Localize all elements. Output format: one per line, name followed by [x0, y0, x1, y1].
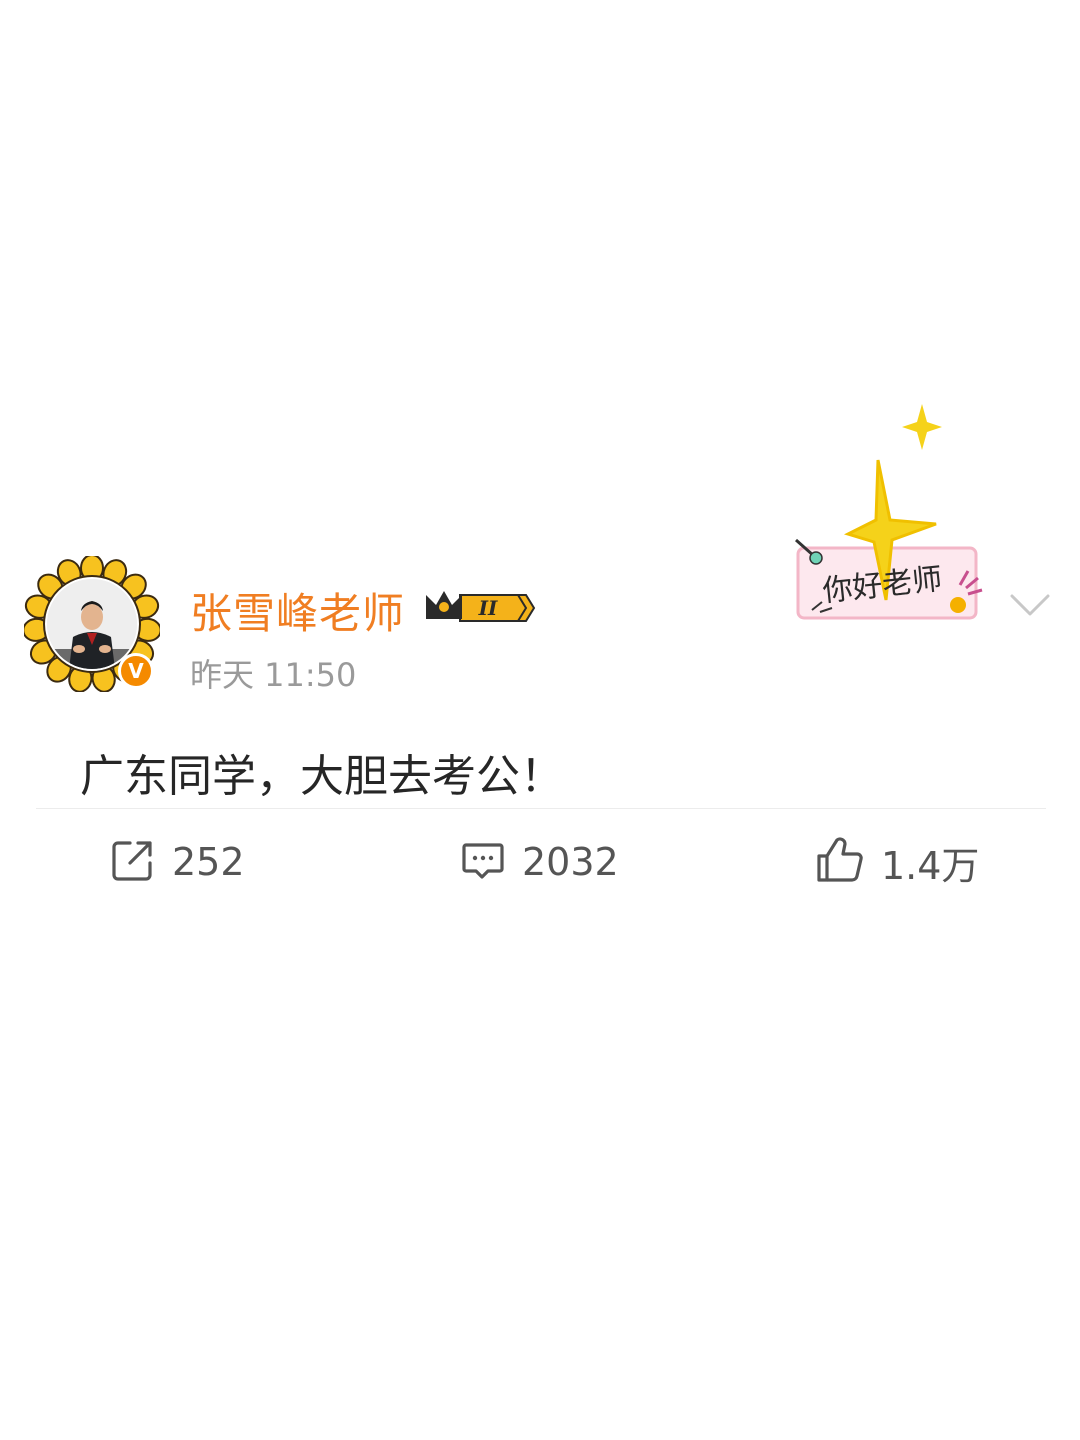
like-button[interactable]: 1.4万: [815, 836, 979, 888]
post-text: 广东同学，大胆去考公！: [80, 751, 564, 802]
avatar-photo: [47, 579, 137, 669]
like-count: 1.4万: [881, 843, 980, 888]
comment-icon: [460, 837, 506, 887]
repost-count: 252: [172, 840, 245, 884]
chevron-down-icon[interactable]: [1008, 590, 1052, 624]
repost-icon: [110, 837, 156, 887]
post-time: 昨天 11:50: [190, 656, 357, 694]
comment-button[interactable]: 2032: [460, 838, 619, 886]
vip-crown-badge[interactable]: II: [422, 585, 536, 635]
comment-count: 2032: [522, 840, 619, 884]
avatar[interactable]: V: [24, 556, 160, 692]
weibo-post-screen: V 张雪峰老师 II 昨天 11:50 你好老师 广东同学，大胆去考公！ 252…: [0, 0, 1080, 1440]
author-name[interactable]: 张雪峰老师: [190, 580, 405, 641]
divider: [36, 808, 1046, 809]
thumbs-up-icon: [815, 836, 865, 888]
verified-badge: V: [118, 653, 154, 689]
repost-button[interactable]: 252: [110, 838, 245, 886]
level-badge-text: II: [478, 596, 498, 620]
